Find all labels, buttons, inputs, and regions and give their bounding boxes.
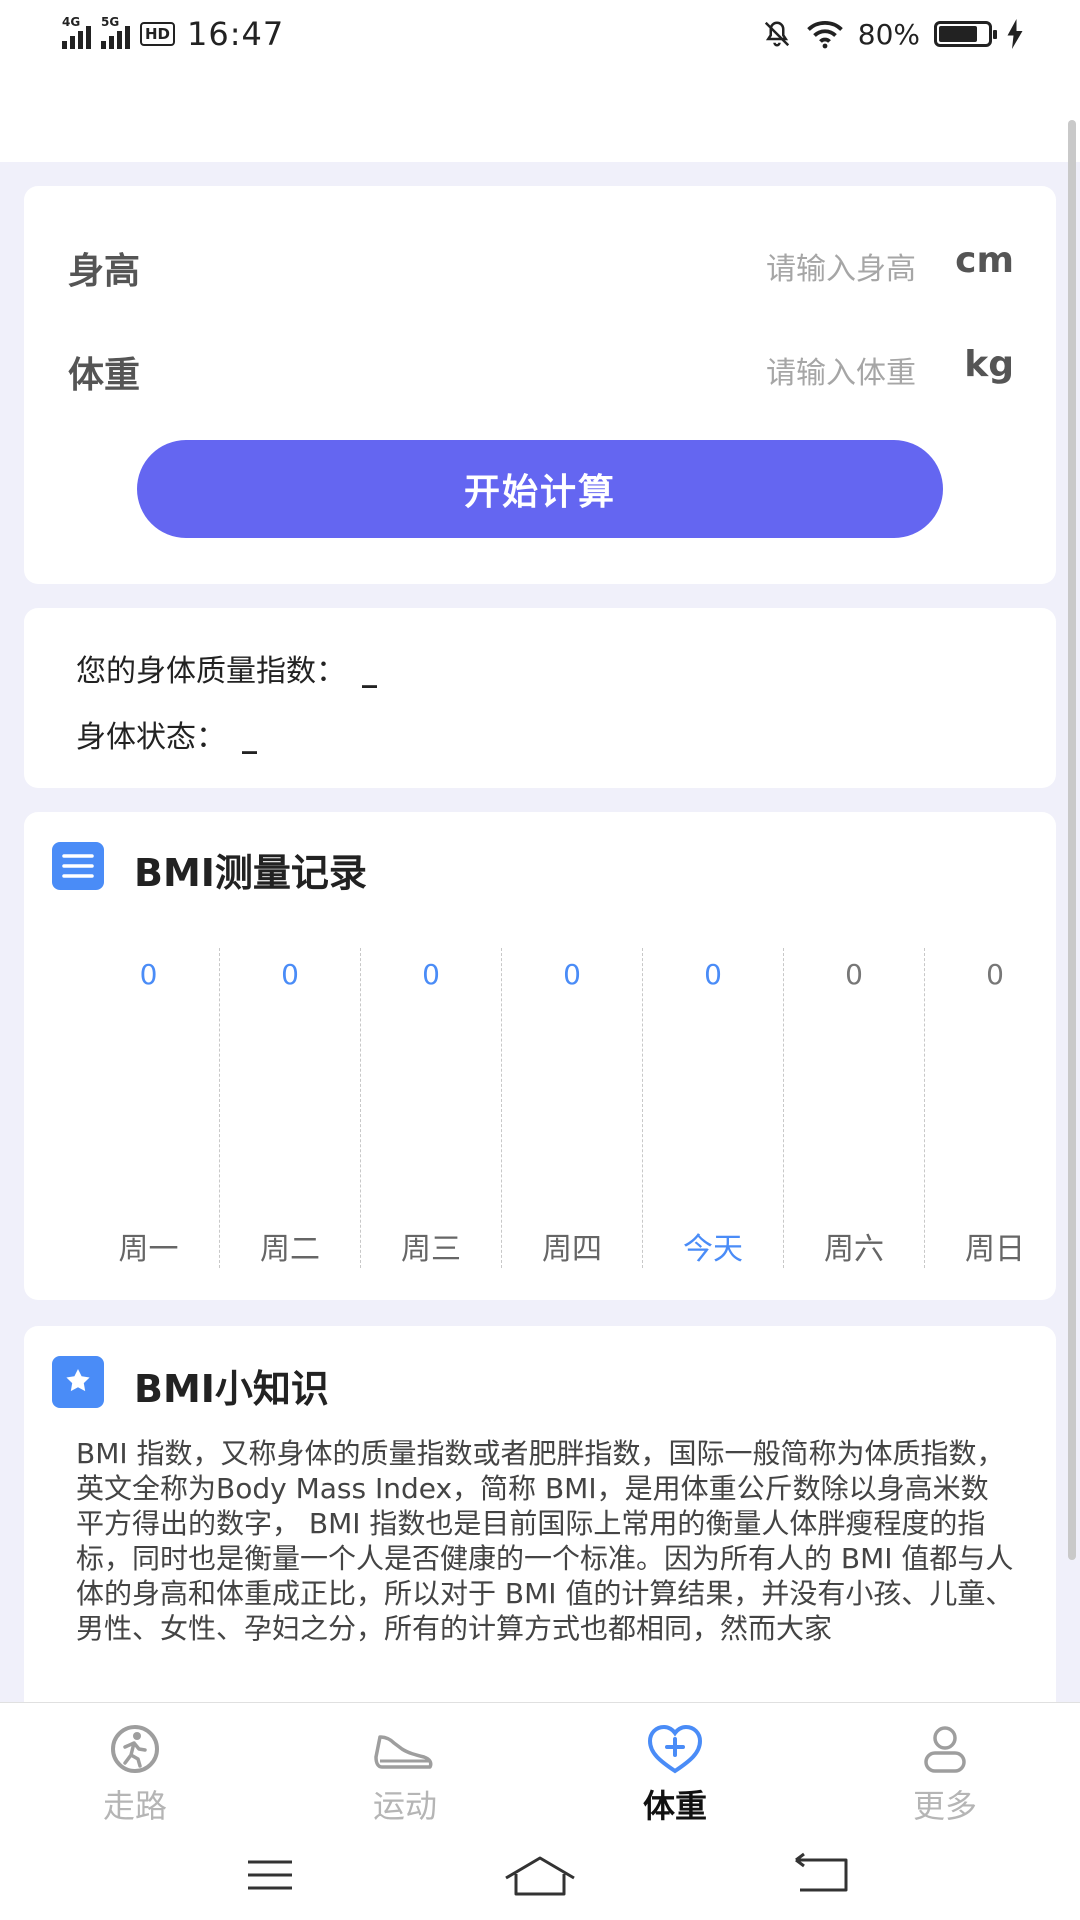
tab-more-label: 更多 [912,1787,977,1825]
height-input[interactable] [576,244,916,294]
record-day-label: 周一 [118,1232,179,1267]
record-day-label: 周二 [260,1232,320,1267]
record-day-column: 0 周二 [219,948,360,1268]
record-day-value: 0 [281,958,299,991]
tab-more[interactable]: 更多 [810,1703,1080,1833]
record-day-column: 0 周日 [924,948,1065,1268]
record-day-value: 0 [845,958,863,991]
tab-walk-label: 走路 [102,1787,167,1825]
status-time: 16:47 [187,15,285,53]
person-icon [924,1726,966,1773]
home-icon[interactable] [500,1850,580,1900]
height-unit: cm [955,240,1014,281]
walking-icon [111,1725,159,1773]
bmi-result-line: 您的身体质量指数： _ [76,646,377,690]
record-day-column: 0 周六 [783,948,924,1268]
bmi-result-card: 您的身体质量指数： _ 身体状态： _ [24,608,1056,788]
bottom-tab-bar: 走路 运动 体重 更多 [0,1702,1080,1832]
record-day-column: 0 今天 [642,948,783,1268]
weight-label: 体重 [68,355,141,396]
tab-weight-label: 体重 [642,1787,707,1825]
tab-walk[interactable]: 走路 [0,1703,270,1833]
weight-row: 体重 kg [24,334,1056,404]
record-title: BMI测量记录 [134,851,367,895]
scrollbar[interactable] [1068,120,1076,1560]
record-day-label: 周日 [965,1232,1025,1267]
status-left: 4G 5G HD 16:47 [62,12,284,56]
wifi-icon [806,21,843,49]
body-status-line: 身体状态： _ [76,712,257,756]
start-calculate-button[interactable]: 开始计算 [137,440,943,538]
weight-input[interactable] [576,348,916,398]
bmi-result-value: _ [362,654,377,689]
record-day-column: 0 周一 [78,948,219,1268]
battery-icon [934,21,997,47]
bmi-tips-card: BMI小知识 BMI 指数，又称身体的质量指数或者肥胖指数，国际一般简称为体质指… [24,1326,1056,1746]
weekly-record-chart: 0 周一 0 周二 0 周三 0 周四 0 今天 0 周六 0 周日 [78,948,1025,1268]
back-icon[interactable] [782,1850,862,1900]
record-day-label: 周三 [401,1232,461,1267]
status-bar: 4G 5G HD 16:47 80% [0,0,1080,162]
list-icon [52,842,104,890]
body-status-label: 身体状态： [76,720,226,755]
mute-icon [764,21,789,47]
bmi-input-card: 身高 cm 体重 kg 开始计算 [24,186,1056,584]
record-day-value: 0 [139,958,158,991]
record-day-value: 0 [563,958,581,991]
hd-voice-icon: HD [140,22,176,46]
sneaker-icon [374,1735,433,1769]
tab-weight[interactable]: 体重 [540,1703,810,1833]
network-type-4g: 4G [62,15,81,29]
record-day-label: 今天 [683,1232,743,1267]
network-type-5g: 5G [101,15,120,29]
bmi-result-label: 您的身体质量指数： [76,654,346,689]
record-day-value: 0 [422,958,440,991]
record-day-label: 周四 [542,1232,602,1267]
battery-percent: 80% [857,17,920,51]
record-day-column: 0 周四 [501,948,642,1268]
bmi-record-card: BMI测量记录 0 周一 0 周二 0 周三 0 周四 0 今天 0 周六 0 周日 [24,812,1056,1300]
star-icon [52,1356,104,1408]
height-row: 身高 cm [24,230,1056,300]
tab-sport[interactable]: 运动 [270,1703,540,1833]
status-right: 80% [762,12,1024,56]
record-day-value: 0 [986,958,1004,991]
tips-title: BMI小知识 [134,1367,329,1411]
menu-icon[interactable] [230,1850,310,1900]
record-day-column: 0 周三 [360,948,501,1268]
record-day-value: 0 [704,958,722,991]
body-status-value: _ [242,720,257,755]
cellular-signal-icon-2: 5G [101,15,132,49]
system-nav-bar [0,1832,1080,1920]
charging-icon [1007,19,1023,49]
record-day-label: 周六 [824,1232,884,1267]
tips-text: BMI 指数，又称身体的质量指数或者肥胖指数，国际一般简称为体质指数，英文全称为… [76,1437,1014,1645]
cellular-signal-icon: 4G [62,15,93,49]
battery-fill [939,26,978,42]
weight-unit: kg [964,344,1014,385]
tab-sport-label: 运动 [372,1787,437,1825]
heart-plus-icon [647,1724,703,1774]
height-label: 身高 [68,251,141,292]
